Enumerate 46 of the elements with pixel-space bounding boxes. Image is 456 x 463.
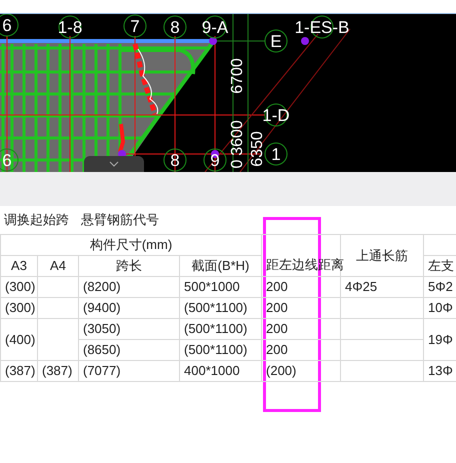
dimension-text: 0	[229, 160, 246, 168]
table-cell: (387)	[38, 360, 78, 382]
table-cell: (300)	[0, 298, 38, 318]
axis-label: 8	[164, 16, 186, 38]
table-cell: (8650)	[78, 340, 180, 360]
header-cell: 跨长	[78, 256, 180, 276]
axis-label: 1	[264, 142, 288, 166]
axis-label: E	[264, 30, 288, 52]
axis-label: 9-A	[202, 16, 228, 38]
dimension-text: 6700	[229, 58, 246, 94]
toolbar-item[interactable]: 悬臂钢筋代号	[81, 210, 159, 230]
dimension-text: 3600	[229, 120, 246, 156]
axis-label: 7	[124, 14, 146, 38]
axis-label: 6	[0, 148, 18, 172]
table-cell: 200	[262, 318, 341, 340]
table-cell: (387)	[0, 360, 38, 382]
table-cell	[38, 298, 78, 318]
table-cell: (8200)	[78, 276, 180, 298]
header-cell: A3	[0, 256, 38, 276]
table-cell: 400*1000	[180, 360, 262, 382]
table-cell: (7077)	[78, 360, 180, 382]
dimension-text: 6350	[249, 131, 266, 167]
axis-label: 1-8	[58, 16, 82, 38]
table-cell: 4Φ25	[340, 276, 424, 298]
table-cell: (500*1100)	[180, 340, 262, 360]
axis-label: 1-ES-B	[294, 16, 350, 38]
table-cell: 200	[262, 276, 341, 298]
table-cell: (500*1100)	[180, 318, 262, 340]
axis-label: 1-D	[262, 104, 290, 126]
table-cell: (9400)	[78, 298, 180, 318]
collapse-tab[interactable]	[84, 156, 144, 172]
table-cell: 500*1000	[180, 276, 262, 298]
table-cell: 200	[262, 340, 341, 360]
table-cell: (300)	[0, 276, 38, 298]
table-cell	[38, 318, 78, 360]
axis-label: 6	[0, 14, 18, 36]
header-cell: A4	[38, 256, 78, 276]
table-cell: (3050)	[78, 318, 180, 340]
table-cell: (400)	[0, 318, 38, 360]
table-cell: (200)	[262, 360, 341, 382]
table-cell: 200	[262, 298, 341, 318]
chevron-icon	[109, 161, 119, 167]
toolbar-item[interactable]: 调换起始跨	[4, 210, 69, 230]
table-cell	[38, 276, 78, 298]
table-cell: (500*1100)	[180, 298, 262, 318]
header-cell: 构件尺寸(mm)	[0, 234, 262, 256]
